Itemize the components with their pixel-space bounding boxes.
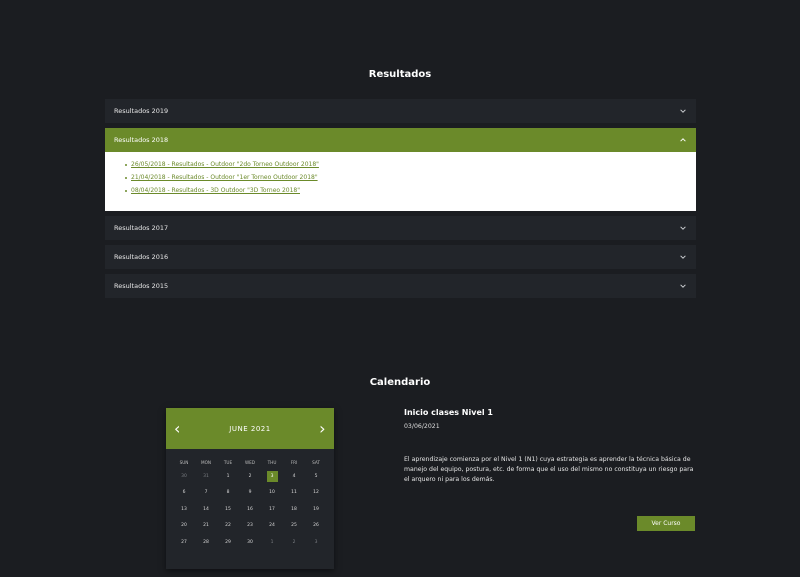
calendario-title: Calendario bbox=[369, 377, 431, 388]
list-item: 26/05/2018 - Resultados - Outdoor "2do T… bbox=[125, 158, 682, 171]
calendar-day[interactable]: 7 bbox=[195, 485, 217, 502]
calendar-day[interactable]: 21 bbox=[195, 518, 217, 535]
calendar-day[interactable]: 17 bbox=[261, 501, 283, 518]
accordion-item-2016[interactable]: Resultados 2016 bbox=[105, 245, 696, 269]
calendar-day[interactable]: 23 bbox=[239, 518, 261, 535]
event-date: 03/06/2021 bbox=[404, 423, 440, 430]
calendar-day[interactable]: 11 bbox=[283, 485, 305, 502]
accordion-label: Resultados 2015 bbox=[114, 282, 169, 290]
weekday-label: THU bbox=[267, 459, 277, 465]
accordion-label: Resultados 2016 bbox=[114, 253, 169, 261]
calendar-day[interactable]: 4 bbox=[283, 468, 305, 485]
calendar-day[interactable]: 24 bbox=[261, 518, 283, 535]
result-link[interactable]: 08/04/2018 - Resultados - 3D Outdoor "3D… bbox=[131, 187, 300, 194]
calendar-day[interactable]: 12 bbox=[305, 485, 327, 502]
accordion-panel-2018: 26/05/2018 - Resultados - Outdoor "2do T… bbox=[105, 152, 696, 211]
calendar-widget: ‹ JUNE 2021 › SUN MON TUE WED THU FRI SAT 30 31 1… bbox=[166, 408, 334, 569]
calendar-day[interactable]: 13 bbox=[173, 501, 195, 518]
chevron-up-icon bbox=[680, 138, 686, 142]
event-description: El aprendizaje comienza por el Nivel 1 (… bbox=[404, 456, 694, 483]
calendar-day[interactable]: 14 bbox=[195, 501, 217, 518]
calendar-day[interactable]: 19 bbox=[305, 501, 327, 518]
result-link[interactable]: 21/04/2018 - Resultados - Outdoor "1er T… bbox=[131, 174, 318, 181]
chevron-down-icon bbox=[680, 109, 686, 113]
calendar-day[interactable]: 6 bbox=[173, 485, 195, 502]
weekday-label: FRI bbox=[290, 459, 298, 465]
calendar-day[interactable]: 5 bbox=[305, 468, 327, 485]
calendar-day-selected[interactable]: 3 bbox=[261, 468, 283, 485]
calendar-day[interactable]: 3 bbox=[305, 534, 327, 551]
ver-curso-button[interactable]: Ver Curso bbox=[637, 516, 695, 531]
calendar-day[interactable]: 15 bbox=[217, 501, 239, 518]
result-link[interactable]: 26/05/2018 - Resultados - Outdoor "2do T… bbox=[131, 161, 319, 168]
prev-month-icon[interactable]: ‹ bbox=[174, 420, 181, 437]
calendar-day[interactable]: 1 bbox=[217, 468, 239, 485]
accordion-item-2019[interactable]: Resultados 2019 bbox=[105, 99, 696, 123]
accordion-label: Resultados 2017 bbox=[114, 224, 169, 232]
weekday-label: SUN bbox=[179, 459, 189, 465]
calendar-day[interactable]: 16 bbox=[239, 501, 261, 518]
calendar-month-label: JUNE 2021 bbox=[229, 424, 271, 433]
calendar-day[interactable]: 20 bbox=[173, 518, 195, 535]
calendar-day[interactable]: 30 bbox=[239, 534, 261, 551]
weekday-label: MON bbox=[200, 459, 212, 465]
event-details: Inicio clases Nivel 1 03/06/2021 El apre… bbox=[404, 408, 696, 531]
calendar-day[interactable]: 26 bbox=[305, 518, 327, 535]
calendar-day-number: 3 bbox=[266, 470, 278, 482]
calendar-day[interactable]: 22 bbox=[217, 518, 239, 535]
chevron-down-icon bbox=[680, 226, 686, 230]
chevron-down-icon bbox=[680, 284, 686, 288]
list-item: 21/04/2018 - Resultados - Outdoor "1er T… bbox=[125, 171, 682, 184]
next-month-icon[interactable]: › bbox=[319, 420, 326, 437]
accordion-label: Resultados 2019 bbox=[114, 107, 169, 115]
calendar-day[interactable]: 10 bbox=[261, 485, 283, 502]
resultados-accordion: Resultados 2019 Resultados 2018 26/05/20… bbox=[105, 99, 696, 303]
accordion-item-2018[interactable]: Resultados 2018 bbox=[105, 128, 696, 152]
accordion-item-2017[interactable]: Resultados 2017 bbox=[105, 216, 696, 240]
list-item: 08/04/2018 - Resultados - 3D Outdoor "3D… bbox=[125, 184, 682, 197]
chevron-down-icon bbox=[680, 255, 686, 259]
calendar-grid: SUN MON TUE WED THU FRI SAT 30 31 1 2 3 4 5 6 7 8 9 10 11 12… bbox=[166, 449, 334, 551]
weekday-label: WED bbox=[244, 459, 255, 465]
event-title: Inicio clases Nivel 1 bbox=[404, 408, 493, 417]
accordion-item-2015[interactable]: Resultados 2015 bbox=[105, 274, 696, 298]
weekday-label: TUE bbox=[223, 459, 233, 465]
calendar-header: ‹ JUNE 2021 › bbox=[166, 408, 334, 449]
weekday-label: SAT bbox=[312, 459, 320, 465]
calendar-day[interactable]: 2 bbox=[239, 468, 261, 485]
calendar-day[interactable]: 1 bbox=[261, 534, 283, 551]
calendar-day[interactable]: 29 bbox=[217, 534, 239, 551]
calendar-day[interactable]: 18 bbox=[283, 501, 305, 518]
calendar-day[interactable]: 30 bbox=[173, 468, 195, 485]
accordion-label: Resultados 2018 bbox=[114, 136, 169, 144]
calendar-day[interactable]: 28 bbox=[195, 534, 217, 551]
calendar-day[interactable]: 2 bbox=[283, 534, 305, 551]
calendar-day[interactable]: 27 bbox=[173, 534, 195, 551]
calendar-day[interactable]: 31 bbox=[195, 468, 217, 485]
calendar-day[interactable]: 9 bbox=[239, 485, 261, 502]
calendar-day[interactable]: 25 bbox=[283, 518, 305, 535]
resultados-title: Resultados bbox=[368, 69, 432, 80]
calendar-day[interactable]: 8 bbox=[217, 485, 239, 502]
